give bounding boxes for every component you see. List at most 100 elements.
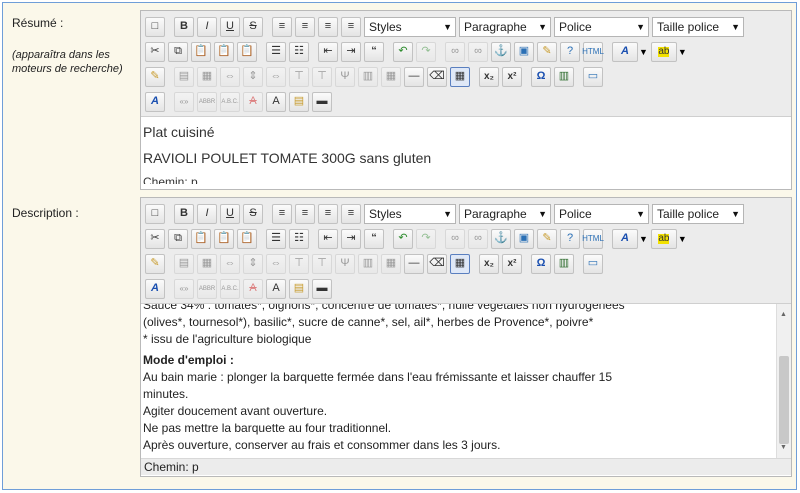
insert-col-before-icon[interactable]: ⊤ (289, 66, 309, 87)
visual-aid-icon[interactable]: ▦ (450, 253, 470, 274)
vertical-scrollbar[interactable]: ▲ ▼ (776, 304, 791, 458)
blockquote-button[interactable]: “ (364, 228, 384, 249)
delete-col-icon[interactable]: Ψ (335, 66, 355, 87)
cite-button[interactable]: «» (174, 278, 194, 299)
insert-row-before-icon[interactable]: ⇔ (220, 66, 240, 87)
text-color-icon[interactable]: A (612, 41, 638, 62)
insert-row-before-icon[interactable]: ⇔ (220, 253, 240, 274)
bold-button[interactable]: B (174, 203, 194, 224)
styles-select[interactable]: Styles ▼ (364, 16, 456, 37)
background-color-dropdown-icon[interactable]: ▼ (678, 234, 687, 244)
ins-button[interactable]: A (266, 91, 286, 112)
bold-button[interactable]: B (174, 16, 194, 37)
font-size-select[interactable]: Taille police ▼ (652, 203, 744, 224)
superscript-button[interactable]: x² (502, 253, 522, 274)
font-select[interactable]: Police ▼ (554, 16, 649, 37)
subscript-button[interactable]: x₂ (479, 253, 499, 274)
eraser-icon[interactable]: ⌫ (427, 66, 447, 87)
paste-text-icon[interactable]: 📋 (214, 228, 234, 249)
ins-button[interactable]: A (266, 278, 286, 299)
copy-icon[interactable]: ⧉ (168, 41, 188, 62)
background-color-icon[interactable]: ab (650, 41, 677, 62)
table-cell-props-icon[interactable]: ▦ (197, 66, 217, 87)
styleprops-icon[interactable]: A (145, 278, 165, 299)
link-icon[interactable]: ∞ (445, 41, 465, 62)
resume-editor[interactable]: □ B I U S ≡ ≡ ≡ ≡ Styles ▼ Paragraphe ▼ Po… (140, 10, 792, 190)
resume-content[interactable]: Plat cuisiné RAVIOLI POULET TOMATE 300G … (141, 117, 791, 184)
special-char-button[interactable]: Ω (531, 66, 551, 87)
visual-aid-icon[interactable]: ▦ (450, 66, 470, 87)
description-content[interactable]: Sauce 34% : tomates*, oignons*, concentr… (141, 304, 791, 458)
font-select[interactable]: Police ▼ (554, 203, 649, 224)
del-button[interactable]: A (243, 91, 263, 112)
superscript-button[interactable]: x² (502, 66, 522, 87)
insert-row-after-icon[interactable]: ⇕ (243, 253, 263, 274)
horizontal-rule-icon[interactable]: — (404, 66, 424, 87)
link-icon[interactable]: ∞ (445, 228, 465, 249)
insert-col-after-icon[interactable]: ⊤ (312, 66, 332, 87)
new-document-icon[interactable]: □ (145, 16, 165, 37)
merge-cells-icon[interactable]: ▦ (381, 253, 401, 274)
cleanup-icon[interactable]: ✎ (537, 41, 557, 62)
attributes-icon[interactable]: ▤ (289, 91, 309, 112)
image-icon[interactable]: ▣ (514, 41, 534, 62)
outdent-icon[interactable]: ⇤ (318, 41, 338, 62)
paste-icon[interactable]: 📋 (191, 228, 211, 249)
indent-icon[interactable]: ⇥ (341, 228, 361, 249)
nonbreaking-icon[interactable]: ▬ (312, 91, 332, 112)
cut-icon[interactable]: ✂ (145, 41, 165, 62)
cleanup-icon[interactable]: ✎ (537, 228, 557, 249)
align-center-icon[interactable]: ≡ (295, 203, 315, 224)
eraser-icon[interactable]: ⌫ (427, 253, 447, 274)
media-icon[interactable]: ▥ (554, 66, 574, 87)
outdent-icon[interactable]: ⇤ (318, 228, 338, 249)
help-icon[interactable]: ? (560, 41, 580, 62)
delete-row-icon[interactable]: ⇔ (266, 66, 286, 87)
abbr-button[interactable]: ABBR (197, 91, 217, 112)
underline-button[interactable]: U (220, 203, 240, 224)
acronym-button[interactable]: A.B.C. (220, 278, 240, 299)
strikethrough-button[interactable]: S (243, 203, 263, 224)
text-color-icon[interactable]: A (612, 228, 638, 249)
scroll-down-icon[interactable]: ▼ (780, 439, 787, 456)
align-right-icon[interactable]: ≡ (318, 203, 338, 224)
delete-row-icon[interactable]: ⇔ (266, 253, 286, 274)
paste-text-icon[interactable]: 📋 (214, 41, 234, 62)
template-icon[interactable]: ▭ (583, 66, 603, 87)
merge-cells-icon[interactable]: ▦ (381, 66, 401, 87)
numbered-list-icon[interactable]: ☷ (289, 41, 309, 62)
undo-icon[interactable]: ↶ (393, 228, 413, 249)
insert-col-before-icon[interactable]: ⊤ (289, 253, 309, 274)
align-justify-icon[interactable]: ≡ (341, 203, 361, 224)
subscript-button[interactable]: x₂ (479, 66, 499, 87)
underline-button[interactable]: U (220, 16, 240, 37)
copy-icon[interactable]: ⧉ (168, 228, 188, 249)
redo-icon[interactable]: ↷ (416, 41, 436, 62)
styleprops-icon[interactable]: A (145, 91, 165, 112)
nonbreaking-icon[interactable]: ▬ (312, 278, 332, 299)
italic-button[interactable]: I (197, 16, 217, 37)
table-cell-props-icon[interactable]: ▦ (197, 253, 217, 274)
styles-select[interactable]: Styles ▼ (364, 203, 456, 224)
paste-icon[interactable]: 📋 (191, 41, 211, 62)
split-cells-icon[interactable]: ▥ (358, 253, 378, 274)
scrollbar-thumb[interactable] (779, 356, 789, 444)
edit-table-icon[interactable]: ✎ (145, 253, 165, 274)
format-select[interactable]: Paragraphe ▼ (459, 203, 551, 224)
font-size-select[interactable]: Taille police ▼ (652, 16, 744, 37)
template-icon[interactable]: ▭ (583, 253, 603, 274)
description-editor[interactable]: □ B I U S ≡ ≡ ≡ ≡ Styles ▼ Paragraphe ▼ Po… (140, 197, 792, 477)
indent-icon[interactable]: ⇥ (341, 41, 361, 62)
align-left-icon[interactable]: ≡ (272, 16, 292, 37)
horizontal-rule-icon[interactable]: — (404, 253, 424, 274)
cut-icon[interactable]: ✂ (145, 228, 165, 249)
align-right-icon[interactable]: ≡ (318, 16, 338, 37)
undo-icon[interactable]: ↶ (393, 41, 413, 62)
media-icon[interactable]: ▥ (554, 253, 574, 274)
acronym-button[interactable]: A.B.C. (220, 91, 240, 112)
text-color-dropdown-icon[interactable]: ▼ (639, 47, 648, 57)
scroll-up-icon[interactable]: ▲ (780, 306, 787, 323)
cite-button[interactable]: «» (174, 91, 194, 112)
paste-word-icon[interactable]: 📋 (237, 41, 257, 62)
anchor-icon[interactable]: ⚓ (491, 228, 511, 249)
